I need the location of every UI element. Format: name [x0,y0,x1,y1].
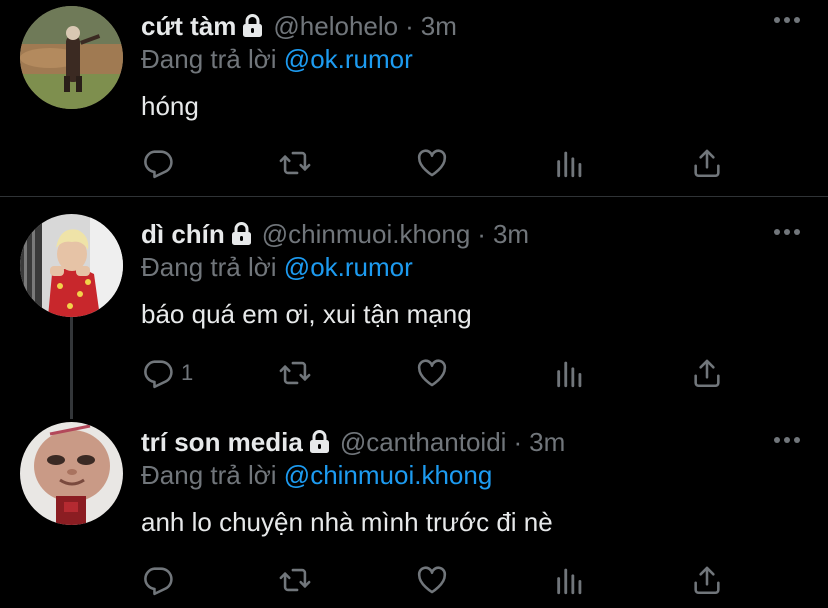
reply-feed: cứt tàm @helohelo · 3m Đang trả lời @ok.… [0,0,828,608]
tweet-header: cứt tàm @helohelo · 3m [141,6,457,46]
avatar-photo [20,422,123,525]
timestamp[interactable]: 3m [421,6,457,46]
analytics-icon [557,568,582,595]
tweet-divider [0,196,828,197]
separator-dot: · [477,219,486,249]
display-name[interactable]: dì chín [141,214,225,254]
tweet[interactable]: dì chín @chinmuoi.khong · 3m Đang trả lờ… [0,214,828,414]
replying-to: Đang trả lời @chinmuoi.khong [141,458,492,492]
share-icon [694,359,720,388]
tweet[interactable]: trí son media @canthantoidi · 3m Đang tr… [0,422,828,608]
lock-icon [242,14,263,38]
retweet-icon [279,151,311,175]
timestamp[interactable]: 3m [493,214,529,254]
tweet-text: hóng [141,91,199,121]
timestamp[interactable]: 3m [529,422,565,462]
retweet-button[interactable] [278,353,312,393]
tweet-header: dì chín @chinmuoi.khong · 3m [141,214,529,254]
analytics-icon [557,361,582,388]
more-options-icon[interactable] [772,10,802,30]
replying-to-label: Đang trả lời [141,460,277,490]
avatar[interactable] [20,6,123,109]
reply-icon [144,567,173,596]
action-bar [0,560,828,600]
analytics-button[interactable] [553,560,587,600]
replying-to-label: Đang trả lời [141,44,277,74]
display-name[interactable]: trí son media [141,422,303,462]
avatar[interactable] [20,422,123,525]
mention-link[interactable]: @chinmuoi.khong [284,460,493,490]
reply-button[interactable] [141,143,181,183]
share-button[interactable] [690,353,724,393]
more-options-icon[interactable] [772,222,802,242]
like-button[interactable] [415,143,449,183]
avatar[interactable] [20,214,123,317]
like-icon [417,566,447,594]
retweet-button[interactable] [278,560,312,600]
reply-button[interactable]: 1 [141,353,193,393]
share-button[interactable] [690,143,724,183]
like-icon [417,149,447,177]
like-button[interactable] [415,560,449,600]
retweet-button[interactable] [278,143,312,183]
share-icon [694,149,720,178]
display-name[interactable]: cứt tàm [141,6,236,46]
avatar-photo [20,214,123,317]
avatar-photo [20,6,123,109]
like-icon [417,359,447,387]
like-button[interactable] [415,353,449,393]
retweet-icon [279,568,311,592]
separator-dot: · [513,427,523,457]
reply-count: 1 [181,360,194,385]
separator-dot: · [405,11,414,41]
share-button[interactable] [690,560,724,600]
analytics-button[interactable] [553,353,587,393]
lock-icon [231,222,252,246]
tweet-text: anh lo chuyện nhà mình trước đi nè [141,507,553,537]
reply-icon [144,150,173,179]
user-handle[interactable]: @helohelo [273,6,398,46]
analytics-button[interactable] [553,143,587,183]
mention-link[interactable]: @ok.rumor [284,44,413,74]
tweet[interactable]: cứt tàm @helohelo · 3m Đang trả lời @ok.… [0,0,828,196]
replying-to-label: Đang trả lời [141,252,277,282]
replying-to: Đang trả lời @ok.rumor [141,250,413,284]
reply-icon [144,360,173,389]
analytics-icon [557,151,582,178]
share-icon [694,566,720,595]
action-bar: 1 [0,353,828,393]
user-handle[interactable]: @canthantoidi [340,422,507,462]
mention-link[interactable]: @ok.rumor [284,252,413,282]
user-handle[interactable]: @chinmuoi.khong [262,214,471,254]
tweet-header: trí son media @canthantoidi · 3m [141,422,565,462]
retweet-icon [279,361,311,385]
action-bar [0,143,828,183]
replying-to: Đang trả lời @ok.rumor [141,42,413,76]
reply-button[interactable] [141,560,181,600]
more-options-icon[interactable] [772,430,802,450]
tweet-text: báo quá em ơi, xui tận mạng [141,299,472,329]
lock-icon [309,430,330,454]
